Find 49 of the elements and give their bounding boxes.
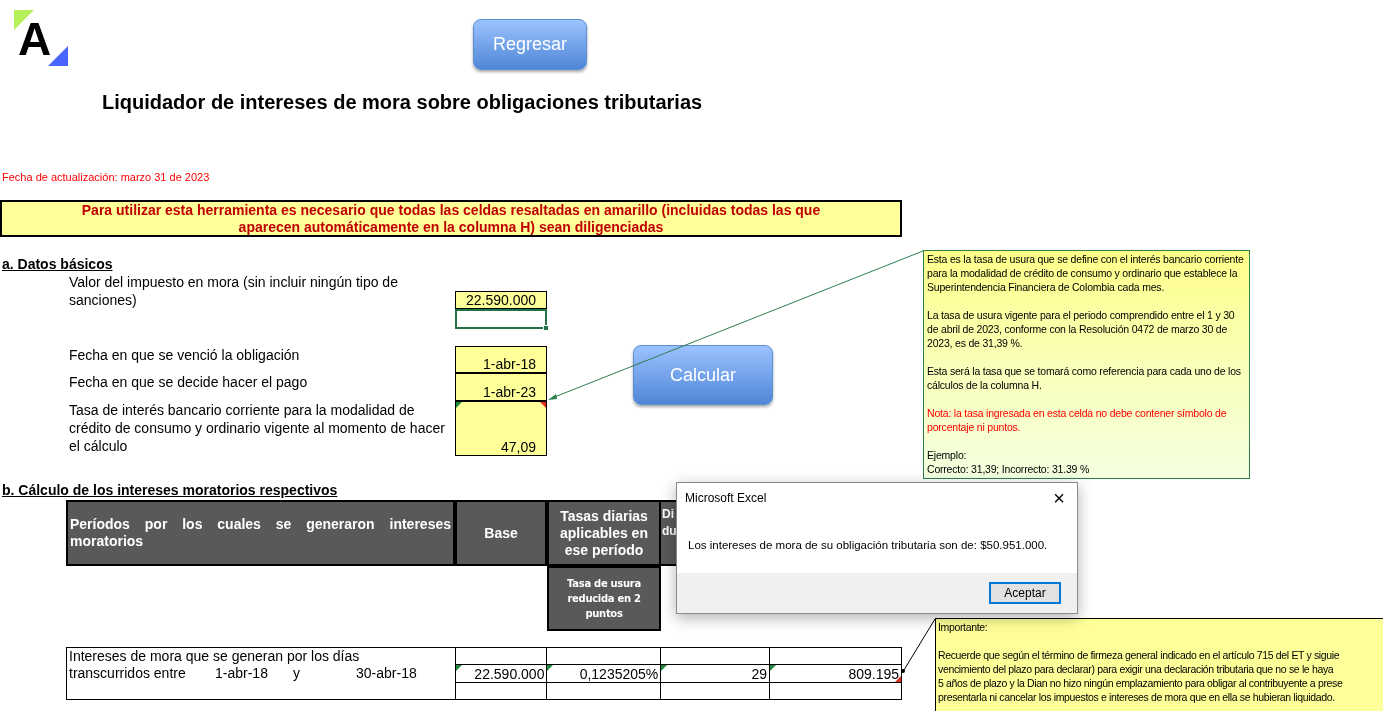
date-text: 30-abr-18	[356, 665, 417, 682]
close-button[interactable]: ×	[1053, 488, 1065, 508]
comment-text: 5 años de plazo y la Dian no hizo ningún emplazamiento para obligar al contribuyente a prese	[938, 676, 1344, 690]
comment-text: Esta será la tasa que se tomará como referencia para cada uno de los cálculos de la columna H.	[927, 364, 1242, 392]
table-cell: 0,1235205%	[547, 665, 661, 683]
note-marker-icon	[661, 665, 668, 671]
input-cell[interactable]: 1-abr-23	[455, 373, 547, 401]
column-header: Períodos por los cuales se generaron intereses moratorios	[66, 500, 455, 566]
warning-banner: Para utilizar esta herramienta es necesario que todas las celdas resaltadas en amarillo (incluidas todas las que aparecen automáticamente en la columna H) sean diligenciadas	[0, 200, 902, 237]
row-label: Intereses de mora que se generan por los días	[69, 648, 361, 665]
logo: A	[14, 10, 68, 66]
comment-text: presentarla ni cancelar los impuestos e intereses de mora que en ella se hubieran liquidado.	[938, 690, 1336, 704]
column-header-text: du	[662, 523, 676, 540]
subheader-cell: Tasa de usura reducida en 2 puntos	[547, 566, 661, 631]
comment-text: vencimiento del plazo para declarar) para exigir una declaración tributaria que no se le haya	[938, 662, 1335, 676]
update-date: Fecha de actualización: marzo 31 de 2023	[2, 170, 211, 184]
table-cell: 22.590.000	[455, 665, 547, 683]
input-cell[interactable]: 1-abr-18	[455, 346, 547, 373]
section-heading: a. Datos básicos	[2, 256, 113, 273]
field-label: Fecha en que se venció la obligación	[69, 346, 301, 365]
row-label: y	[293, 665, 301, 682]
note-marker-icon	[770, 665, 777, 671]
input-cell[interactable]: 47,09	[455, 401, 547, 456]
fill-handle[interactable]	[543, 325, 549, 331]
comment-title: Importante:	[938, 620, 989, 634]
comment-text: Ejemplo: Correcto: 31,39; Incorrecto: 31.39 %	[927, 448, 1091, 476]
comment-text: Nota: la tasa ingresada en esta celda no debe contener símbolo de porcentaje ni puntos.	[927, 406, 1228, 434]
dialog-message: Los intereses de mora de su obligación tributaria son de: $50.951.000.	[688, 538, 1049, 553]
note-marker-icon	[547, 665, 554, 671]
row-label: transcurridos entre	[69, 665, 187, 682]
field-label: Valor del impuesto en mora (sin incluir ningún tipo de sanciones)	[69, 273, 399, 310]
page-title: Liquidador de intereses de mora sobre obligaciones tributarias	[102, 90, 704, 115]
column-header-text: Di	[662, 506, 675, 523]
comment-text: Esta es la tasa de usura que se define con el interés bancario corriente para la modalidad de crédito de consumo y ordinario que establece la Superintendencia Financiera de Colombia cada mes.	[927, 252, 1245, 294]
column-header: Tasas diarias aplicables en ese período	[547, 500, 661, 566]
selected-cell[interactable]	[455, 309, 547, 329]
column-header: Base	[455, 500, 547, 566]
table-cell: 809.195	[770, 665, 901, 683]
note-marker-icon	[455, 665, 462, 671]
section-heading: b. Cálculo de los intereses moratorios respectivos	[2, 482, 338, 499]
ok-button[interactable]: Aceptar	[989, 582, 1061, 604]
field-label: Tasa de interés bancario corriente para la modalidad de crédito de consumo y ordinario vigente al momento de hacer el cálculo	[69, 401, 446, 456]
input-cell[interactable]: 22.590.000	[455, 291, 547, 309]
field-label: Fecha en que se decide hacer el pago	[69, 373, 309, 392]
date-text: 1-abr-18	[215, 665, 269, 682]
comment-text: La tasa de usura vigente para el periodo comprendido entre el 1 y 30 de abril de 2023, conforme con la Resolución 0472 de marzo 30 de 2023, es de 31,39 %.	[927, 308, 1236, 350]
dialog-title: Microsoft Excel	[685, 490, 767, 507]
table-cell: 29	[661, 665, 770, 683]
comment-text: Recuerde que según el término de firmeza general indicado en el artículo 715 del ET y siguie	[938, 648, 1341, 662]
